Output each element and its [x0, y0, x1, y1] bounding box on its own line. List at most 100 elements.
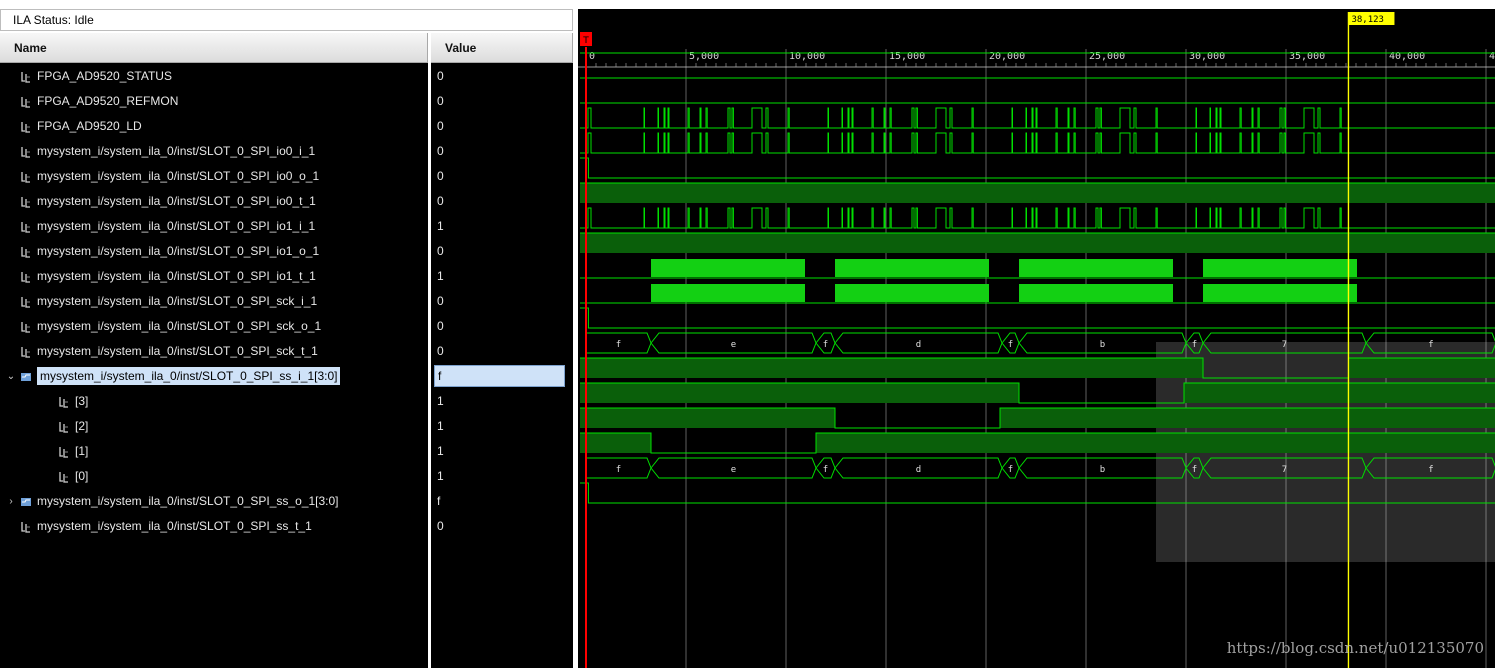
signal-row[interactable]: ⌄ mysystem_i/system_ila_0/inst/SLOT_0_SPI…	[6, 365, 341, 388]
signal-name: mysystem_i/system_ila_0/inst/SLOT_0_SPI_…	[37, 194, 316, 208]
signal-row[interactable]: mysystem_i/system_ila_0/inst/SLOT_0_SPI_…	[6, 215, 315, 237]
bus-value-label: f	[616, 465, 621, 475]
signal-value[interactable]: 1	[437, 390, 444, 412]
wire-icon	[20, 169, 37, 183]
signal-name: mysystem_i/system_ila_0/inst/SLOT_0_SPI_…	[37, 367, 341, 385]
signal-row[interactable]: › mysystem_i/system_ila_0/inst/SLOT_0_SPI…	[6, 490, 338, 512]
bus-value-label: f	[1192, 465, 1197, 475]
clock-burst	[651, 259, 805, 277]
signal-name: [0]	[75, 469, 89, 483]
signal-value[interactable]: 0	[437, 165, 444, 187]
trigger-marker-label: T	[582, 36, 589, 46]
wave-high-band	[1000, 408, 1495, 428]
ila-status-bar: ILA Status: Idle	[0, 9, 573, 31]
signal-value[interactable]: 0	[437, 340, 444, 362]
signal-value[interactable]: 0	[437, 115, 444, 137]
bus-icon	[20, 494, 37, 508]
cursor-label: 38,123	[1351, 15, 1384, 25]
signal-row[interactable]: mysystem_i/system_ila_0/inst/SLOT_0_SPI_…	[6, 340, 318, 362]
bus-value-label: f	[1428, 340, 1433, 350]
signal-value[interactable]: 0	[437, 515, 444, 537]
wave-high-band	[1348, 358, 1495, 378]
wave-trace	[580, 157, 1495, 179]
signal-row[interactable]: mysystem_i/system_ila_0/inst/SLOT_0_SPI_…	[6, 165, 319, 187]
value-column-header[interactable]: Value	[431, 33, 573, 63]
watermark-text: https://blog.csdn.net/u012135070	[1227, 639, 1484, 657]
bus-value-label: b	[1100, 340, 1105, 350]
signal-name: mysystem_i/system_ila_0/inst/SLOT_0_SPI_…	[37, 269, 316, 283]
signal-row[interactable]: mysystem_i/system_ila_0/inst/SLOT_0_SPI_…	[6, 190, 316, 212]
signal-name: mysystem_i/system_ila_0/inst/SLOT_0_SPI_…	[37, 319, 322, 333]
expand-toggle-icon[interactable]: ›	[6, 491, 16, 513]
wire-icon	[20, 144, 37, 158]
signal-name: mysystem_i/system_ila_0/inst/SLOT_0_SPI_…	[37, 344, 318, 358]
waveform-canvas[interactable]: 0 5,000 10,000 15,000 20,000 25,000 30,000 35,0…	[578, 9, 1495, 668]
wire-icon	[20, 344, 37, 358]
bus-value-label: 7	[1282, 465, 1287, 475]
signal-row[interactable]: mysystem_i/system_ila_0/inst/SLOT_0_SPI_…	[6, 265, 316, 287]
signal-value[interactable]: 1	[437, 215, 444, 237]
signal-row[interactable]: FPGA_AD9520_STATUS	[6, 65, 172, 87]
wire-icon	[20, 319, 37, 333]
wire-icon	[20, 69, 37, 83]
signal-value[interactable]: 0	[437, 290, 444, 312]
signal-row[interactable]: [2]	[44, 415, 88, 437]
signal-value[interactable]: 0	[437, 140, 444, 162]
wire-icon	[20, 94, 37, 108]
signal-value[interactable]: 1	[437, 265, 444, 287]
wave-high-band	[580, 433, 651, 453]
signal-row[interactable]: FPGA_AD9520_LD	[6, 115, 142, 137]
signal-row[interactable]: [0]	[44, 465, 88, 487]
signal-row[interactable]: mysystem_i/system_ila_0/inst/SLOT_0_SPI_…	[6, 315, 321, 337]
name-column-header[interactable]: Name	[0, 33, 428, 63]
clock-burst	[835, 284, 989, 302]
clock-burst	[651, 284, 805, 302]
wave-trace	[580, 207, 1495, 229]
bus-value-label: f	[823, 340, 828, 350]
wave-high-band	[580, 358, 1203, 378]
bus-value-label: e	[731, 340, 736, 350]
bus-value-label: f	[1008, 340, 1013, 350]
clock-burst	[1203, 259, 1357, 277]
bus-value-label: f	[823, 465, 828, 475]
signal-value[interactable]: 1	[437, 465, 444, 487]
signal-name: mysystem_i/system_ila_0/inst/SLOT_0_SPI_…	[37, 169, 320, 183]
expand-toggle-icon[interactable]: ⌄	[6, 366, 16, 388]
wire-icon	[20, 269, 37, 283]
signal-row[interactable]: mysystem_i/system_ila_0/inst/SLOT_0_SPI_…	[6, 240, 319, 262]
bus-value-label: f	[1192, 340, 1197, 350]
wire-icon	[20, 294, 37, 308]
signal-row[interactable]: [3]	[44, 390, 88, 412]
signal-value[interactable]: 0	[437, 90, 444, 112]
clock-burst	[1019, 259, 1173, 277]
bus-value-label: f	[1008, 465, 1013, 475]
signal-name: FPGA_AD9520_LD	[37, 119, 142, 133]
signal-value[interactable]: 1	[437, 415, 444, 437]
bus-value-label: f	[1428, 465, 1433, 475]
wave-high-band	[580, 233, 1495, 253]
signal-value[interactable]: 0	[437, 190, 444, 212]
signal-row[interactable]: [1]	[44, 440, 88, 462]
wire-icon	[20, 519, 37, 533]
wire-icon	[20, 219, 37, 233]
signal-name-panel[interactable]: Name FPGA_AD9520_STATUS FPGA_AD9520_REFMO…	[0, 33, 428, 668]
bus-value-label: d	[916, 340, 921, 350]
bus-value-label: d	[916, 465, 921, 475]
signal-value[interactable]: 0	[437, 240, 444, 262]
signal-row[interactable]: mysystem_i/system_ila_0/inst/SLOT_0_SPI_…	[6, 515, 312, 537]
wire-icon	[58, 419, 75, 433]
waveform-panel[interactable]: 0 5,000 10,000 15,000 20,000 25,000 30,000 35,0…	[578, 9, 1495, 668]
wave-high-band	[580, 183, 1495, 203]
signal-value[interactable]: f	[434, 365, 565, 387]
signal-row[interactable]: FPGA_AD9520_REFMON	[6, 90, 178, 112]
signal-name: [3]	[75, 394, 89, 408]
signal-value[interactable]: 0	[437, 65, 444, 87]
signal-row[interactable]: mysystem_i/system_ila_0/inst/SLOT_0_SPI_…	[6, 140, 315, 162]
signal-value[interactable]: 1	[437, 440, 444, 462]
signal-value[interactable]: f	[437, 490, 440, 512]
signal-row[interactable]: mysystem_i/system_ila_0/inst/SLOT_0_SPI_…	[6, 290, 317, 312]
bus-icon	[20, 369, 37, 383]
signal-value-panel[interactable]: Value 0 0 0 0 0 0 1 0 1 0 0 0 f 1 1 1 1 f 0	[431, 33, 573, 668]
clock-burst	[835, 259, 989, 277]
signal-value[interactable]: 0	[437, 315, 444, 337]
